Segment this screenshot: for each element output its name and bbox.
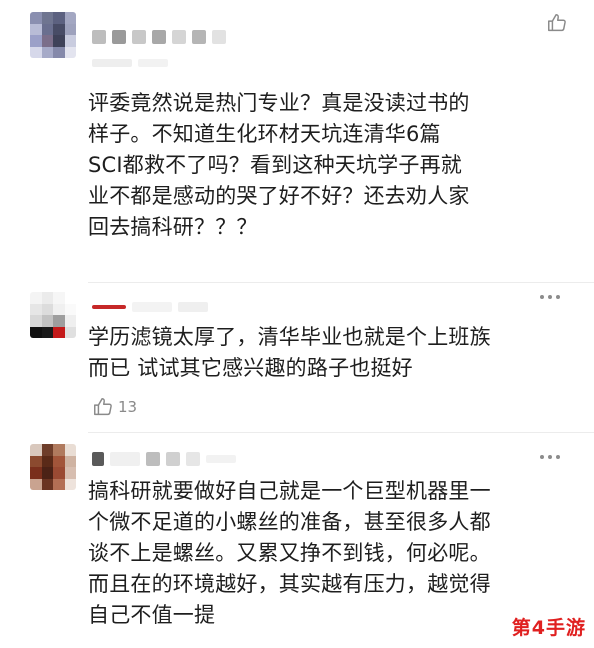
user-meta-blurred bbox=[92, 54, 168, 72]
like-button[interactable]: 13 bbox=[92, 396, 137, 418]
username-blurred[interactable] bbox=[92, 28, 226, 46]
comment-3: 搞科研就要做好自己就是一个巨型机器里一 个微不足道的小螺丝的准备，甚至很多人都 … bbox=[0, 432, 594, 648]
comment-text: 学历滤镜太厚了，清华毕业也就是个上班族 而已 试试其它感兴趣的路子也挺好 bbox=[88, 325, 491, 380]
username-blurred[interactable] bbox=[92, 298, 208, 316]
more-dots-icon[interactable] bbox=[540, 292, 560, 302]
more-dots-icon[interactable] bbox=[540, 452, 560, 462]
divider bbox=[88, 282, 594, 283]
comment-text: 搞科研就要做好自己就是一个巨型机器里一 个微不足道的小螺丝的准备，甚至很多人都 … bbox=[88, 479, 491, 627]
comment-1: 评委竟然说是热门专业？真是没读过书的 样子。不知道生化环材天坑连清华6篇 SCI… bbox=[0, 0, 594, 290]
avatar[interactable] bbox=[30, 444, 76, 490]
avatar[interactable] bbox=[30, 292, 76, 338]
divider bbox=[88, 432, 594, 433]
thumbs-up-icon bbox=[548, 14, 566, 32]
comment-2: 学历滤镜太厚了，清华毕业也就是个上班族 而已 试试其它感兴趣的路子也挺好 13 bbox=[0, 282, 594, 432]
username-blurred[interactable] bbox=[92, 450, 236, 468]
avatar[interactable] bbox=[30, 12, 76, 58]
like-count: 13 bbox=[118, 398, 138, 416]
comment-text: 评委竟然说是热门专业？真是没读过书的 样子。不知道生化环材天坑连清华6篇 SCI… bbox=[88, 91, 470, 239]
watermark-logo: 第4手游 bbox=[511, 617, 586, 639]
thumbs-up-icon bbox=[94, 398, 112, 416]
like-button[interactable] bbox=[546, 12, 568, 34]
